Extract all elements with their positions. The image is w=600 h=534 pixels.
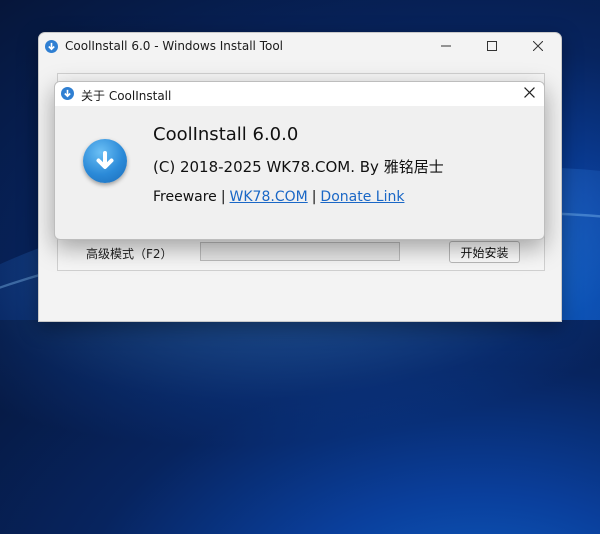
donate-link[interactable]: Donate Link [320, 189, 404, 205]
separator: | [220, 189, 226, 205]
download-arrow-icon [45, 40, 58, 53]
advanced-mode-label[interactable]: 高级模式（F2） [86, 245, 173, 262]
separator: | [311, 189, 317, 205]
minimize-button[interactable] [423, 33, 469, 61]
maximize-button[interactable] [469, 33, 515, 61]
maximize-icon [487, 40, 497, 55]
links-line: Freeware | WK78.COM | Donate Link [153, 189, 404, 205]
close-icon [532, 40, 544, 55]
about-close-button[interactable] [514, 82, 544, 106]
app-name-version: CoolInstall 6.0.0 [153, 124, 299, 145]
install-progress-bar [200, 242, 400, 261]
about-dialog-title: 关于 CoolInstall [81, 89, 172, 103]
license-text: Freeware [153, 189, 217, 205]
website-link[interactable]: WK78.COM [230, 189, 308, 205]
minimize-icon [441, 40, 451, 55]
copyright-text: (C) 2018-2025 WK78.COM. By 雅铭居士 [153, 158, 444, 176]
main-titlebar[interactable]: CoolInstall 6.0 - Windows Install Tool [39, 33, 561, 61]
app-logo-icon [83, 139, 127, 183]
close-button[interactable] [515, 33, 561, 61]
window-title: CoolInstall 6.0 - Windows Install Tool [65, 39, 284, 53]
about-dialog: 关于 CoolInstall CoolInstall 6.0.0 (C) 201… [54, 81, 545, 240]
about-titlebar[interactable]: 关于 CoolInstall [55, 82, 544, 106]
download-arrow-icon [61, 87, 74, 100]
close-icon [523, 86, 535, 102]
start-install-button[interactable]: 开始安装 [449, 241, 520, 263]
